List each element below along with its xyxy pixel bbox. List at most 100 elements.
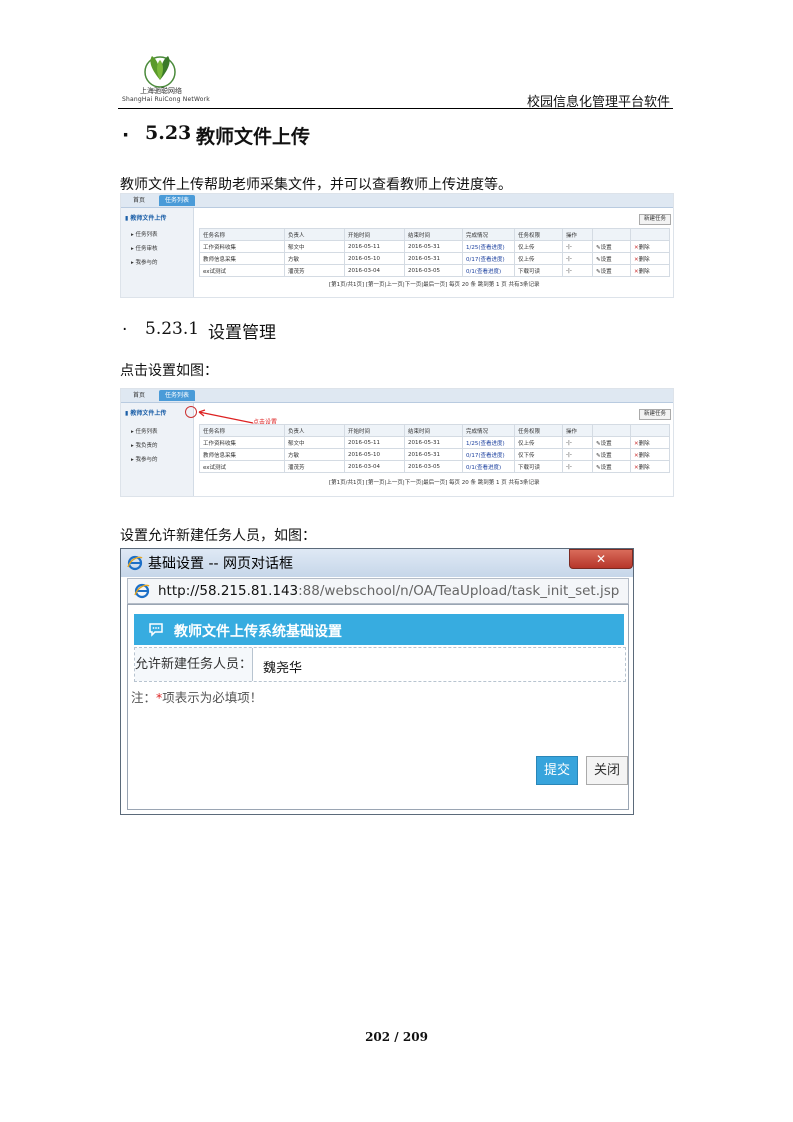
delete-link[interactable]: ✕删除 (630, 436, 670, 449)
subsection-number: 5.23.1 (145, 319, 200, 339)
delete-link[interactable]: ✕删除 (630, 240, 670, 253)
settings-label: 设置 (600, 440, 612, 447)
task-op: -|- (562, 252, 593, 265)
table-row: 教师信息采集 方敏 2016-05-10 2016-05-31 0/17(查看进… (199, 448, 670, 461)
delete-label: 删除 (638, 256, 650, 263)
task-op: -|- (562, 264, 593, 277)
form-header: 教师文件上传系统基础设置 (134, 614, 624, 645)
settings-dialog-window: 基础设置 -- 网页对话框 ✕ http://58.215.81.143:88/… (120, 548, 634, 815)
section-bullet: · (122, 124, 130, 146)
new-task-button[interactable]: 新建任务 (639, 214, 671, 225)
column-header (630, 424, 670, 437)
delete-link[interactable]: ✕删除 (630, 460, 670, 473)
subsection-bullet: · (122, 320, 128, 340)
column-header: 任务权限 (514, 424, 563, 437)
dialog-title: 基础设置 -- 网页对话框 (148, 556, 294, 572)
sidebar-item-participated[interactable]: ▸ 我参与的 (131, 455, 158, 463)
sidebar-item-label: 任务审核 (135, 246, 158, 252)
settings-label: 设置 (600, 464, 612, 471)
column-header: 任务名称 (199, 228, 285, 241)
sidebar-header[interactable]: ▮ 教师文件上传 (125, 408, 166, 417)
close-button[interactable]: 关闭 (586, 756, 628, 785)
sidebar-item-task-list[interactable]: ▸ 任务列表 (131, 230, 158, 238)
subsection-paragraph-2: 设置允许新建任务人员，如图： (120, 528, 316, 544)
task-owner: 潘茂芳 (284, 264, 345, 277)
column-header (592, 228, 631, 241)
task-start: 2016-05-11 (344, 240, 405, 253)
delete-label: 删除 (638, 440, 650, 447)
sidebar-header-label: 教师文件上传 (130, 410, 167, 417)
allowed-creators-value[interactable]: 魏尧华 (263, 657, 302, 676)
column-header: 操作 (562, 228, 593, 241)
column-header: 结束时间 (404, 228, 463, 241)
column-header (592, 424, 631, 437)
close-window-button[interactable]: ✕ (569, 549, 633, 569)
task-progress-link[interactable]: 0/1(查看进度) (462, 264, 515, 277)
column-header (630, 228, 670, 241)
sidebar-item-label: 任务列表 (135, 232, 158, 238)
task-owner: 方敏 (284, 252, 345, 265)
task-progress-link[interactable]: 0/17(查看进度) (462, 252, 515, 265)
task-progress-link[interactable]: 1/25(查看进度) (462, 436, 515, 449)
task-end: 2016-03-05 (404, 264, 463, 277)
section-intro: 教师文件上传帮助老师采集文件，并可以查看教师上传进度等。 (120, 177, 512, 193)
task-start: 2016-05-10 (344, 448, 405, 461)
address-url: http://58.215.81.143:88/webschool/n/OA/T… (158, 583, 619, 599)
settings-link[interactable]: ✎设置 (592, 252, 631, 265)
column-header: 完成情况 (462, 228, 515, 241)
sidebar: ▮ 教师文件上传 ▸ 任务列表 ▸ 任务审核 ▸ 我参与的 (121, 208, 194, 297)
settings-link[interactable]: ✎设置 (592, 448, 631, 461)
tab-task-list[interactable]: 任务列表 (159, 390, 196, 401)
task-end: 2016-05-31 (404, 448, 463, 461)
task-owner: 潘茂芳 (284, 460, 345, 473)
sidebar-header[interactable]: ▮ 教师文件上传 (125, 213, 166, 222)
column-header: 开始时间 (344, 228, 405, 241)
tab-bar: 首页 任务列表 (121, 389, 673, 403)
sidebar-header-label: 教师文件上传 (130, 215, 167, 222)
settings-link[interactable]: ✎设置 (592, 264, 631, 277)
tab-task-list[interactable]: 任务列表 (159, 195, 196, 206)
submit-button[interactable]: 提交 (536, 756, 578, 785)
logo-cn-text: 上海驰聪网络 (140, 87, 182, 95)
pagination[interactable]: [第1页/共1页] [第一页|上一页|下一页|最后一页] 每页 20 条 跳到第… (329, 280, 539, 288)
task-permission: 仅上传 (514, 436, 563, 449)
pagination[interactable]: [第1页/共1页] [第一页|上一页|下一页|最后一页] 每页 20 条 跳到第… (329, 478, 539, 486)
table-row: 工作资料收集 郁文中 2016-05-11 2016-05-31 1/25(查看… (199, 240, 670, 253)
tab-home[interactable]: 首页 (127, 195, 151, 206)
logo-icon (144, 56, 176, 88)
address-bar[interactable]: http://58.215.81.143:88/webschool/n/OA/T… (127, 578, 629, 604)
settings-link[interactable]: ✎设置 (592, 460, 631, 473)
page-number: 202 / 209 (365, 1030, 428, 1044)
column-header: 操作 (562, 424, 593, 437)
task-name: 教师信息采集 (199, 252, 285, 265)
required-note: 注：*项表示为必填项！ (131, 687, 262, 706)
settings-link[interactable]: ✎设置 (592, 240, 631, 253)
table-row: ex试测试 潘茂芳 2016-03-04 2016-03-05 0/1(查看进度… (199, 460, 670, 473)
settings-link[interactable]: ✎设置 (592, 436, 631, 449)
settings-label: 设置 (600, 256, 612, 263)
delete-link[interactable]: ✕删除 (630, 264, 670, 277)
task-permission: 下载可读 (514, 460, 563, 473)
task-name: 工作资料收集 (199, 240, 285, 253)
delete-link[interactable]: ✕删除 (630, 448, 670, 461)
task-progress-link[interactable]: 0/1(查看进度) (462, 460, 515, 473)
sidebar-item-task-list[interactable]: ▸ 任务列表 (131, 427, 158, 435)
allowed-creators-label: 允许新建任务人员： (135, 648, 253, 681)
new-task-button[interactable]: 新建任务 (639, 409, 671, 420)
task-start: 2016-05-11 (344, 436, 405, 449)
section-title: 教师文件上传 (196, 126, 311, 148)
dialog-titlebar[interactable]: 基础设置 -- 网页对话框 ✕ (121, 549, 633, 577)
task-name: ex试测试 (199, 460, 285, 473)
url-path: :88/webschool/n/OA/TeaUpload/task_init_s… (298, 583, 620, 599)
ie-icon (127, 555, 143, 571)
task-permission: 下载可读 (514, 264, 563, 277)
task-progress-link[interactable]: 0/17(查看进度) (462, 448, 515, 461)
delete-link[interactable]: ✕删除 (630, 252, 670, 265)
tab-home[interactable]: 首页 (127, 390, 151, 401)
task-progress-link[interactable]: 1/25(查看进度) (462, 240, 515, 253)
sidebar-item-participated[interactable]: ▸ 我参与的 (131, 258, 158, 266)
form-row-allowed-creators: 允许新建任务人员： 魏尧华 (134, 647, 626, 682)
sidebar-item-my-responsible[interactable]: ▸ 我负责的 (131, 441, 158, 449)
table-row: ex试测试 潘茂芳 2016-03-04 2016-03-05 0/1(查看进度… (199, 264, 670, 277)
sidebar-item-task-review[interactable]: ▸ 任务审核 (131, 244, 158, 252)
